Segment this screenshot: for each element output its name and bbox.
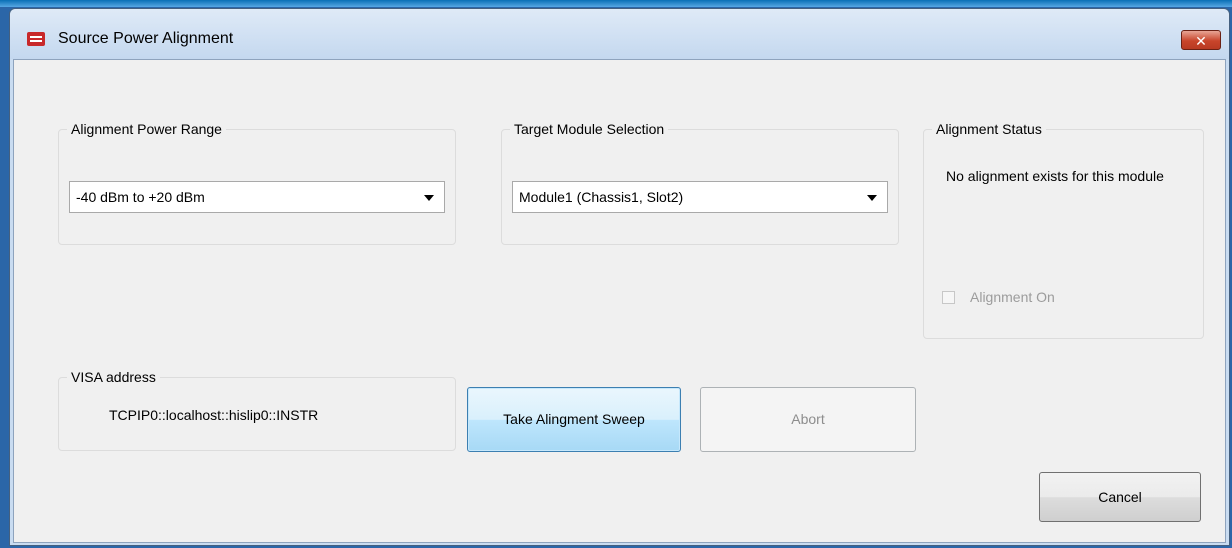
alignment-on-label: Alignment On <box>970 289 1055 305</box>
target-module-group: Target Module Selection Module1 (Chassis… <box>501 121 899 245</box>
abort-button[interactable]: Abort <box>700 387 916 452</box>
power-range-label: Alignment Power Range <box>67 121 226 137</box>
title-bar[interactable]: Source Power Alignment ✕ <box>10 9 1229 59</box>
alignment-status-group: Alignment Status No alignment exists for… <box>923 121 1204 339</box>
chevron-down-icon <box>867 195 877 201</box>
visa-address-label: VISA address <box>67 369 160 385</box>
alignment-status-message: No alignment exists for this module <box>946 168 1164 184</box>
power-range-group: Alignment Power Range -40 dBm to +20 dBm <box>58 121 456 245</box>
window-title: Source Power Alignment <box>58 30 234 47</box>
desktop-background <box>0 0 1232 7</box>
power-range-value: -40 dBm to +20 dBm <box>76 189 205 205</box>
checkbox-box[interactable] <box>942 291 955 304</box>
target-module-value: Module1 (Chassis1, Slot2) <box>519 189 684 205</box>
app-logo-icon <box>27 32 45 46</box>
visa-address-value: TCPIP0::localhost::hislip0::INSTR <box>109 407 319 423</box>
power-range-dropdown[interactable]: -40 dBm to +20 dBm <box>69 181 445 213</box>
chevron-down-icon <box>424 195 434 201</box>
dialog-body: Alignment Power Range -40 dBm to +20 dBm… <box>13 59 1226 543</box>
alignment-status-label: Alignment Status <box>932 121 1046 137</box>
dialog-window: Source Power Alignment ✕ Alignment Power… <box>9 8 1230 546</box>
visa-address-group: VISA address TCPIP0::localhost::hislip0:… <box>58 369 456 451</box>
close-button[interactable]: ✕ <box>1181 30 1221 50</box>
target-module-dropdown[interactable]: Module1 (Chassis1, Slot2) <box>512 181 888 213</box>
target-module-label: Target Module Selection <box>510 121 669 137</box>
take-alignment-sweep-button[interactable]: Take Alingment Sweep <box>467 387 681 452</box>
cancel-button[interactable]: Cancel <box>1039 472 1201 522</box>
